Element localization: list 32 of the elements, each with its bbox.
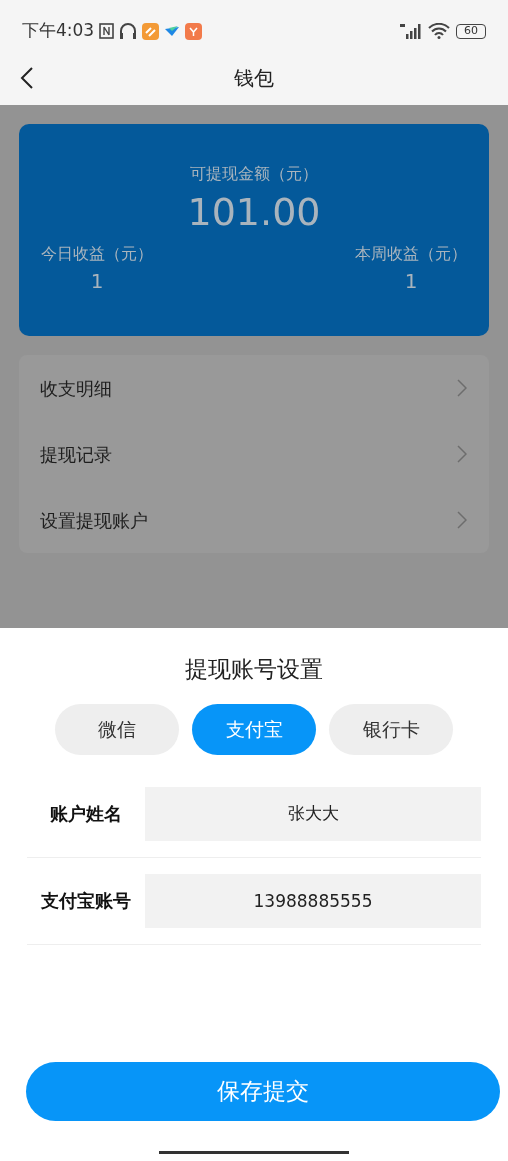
input-field[interactable]: 13988885555 bbox=[145, 873, 481, 928]
app-icon bbox=[164, 25, 181, 37]
payment-tab[interactable]: 银行卡 bbox=[329, 703, 453, 755]
status-time: 下午4:03 bbox=[22, 19, 95, 43]
menu-item[interactable]: 收支明细 bbox=[19, 355, 489, 421]
nfc-icon bbox=[99, 23, 115, 39]
chevron-right-icon bbox=[457, 511, 467, 529]
week-earnings-label: 本周收益（元） bbox=[355, 243, 467, 265]
signal-icon bbox=[400, 23, 422, 39]
page-title: 钱包 bbox=[234, 64, 274, 92]
menu-item[interactable]: 设置提现账户 bbox=[19, 487, 489, 553]
today-earnings-label: 今日收益（元） bbox=[41, 243, 153, 265]
battery-indicator: 60 bbox=[456, 23, 486, 39]
menu-item[interactable]: 提现记录 bbox=[19, 421, 489, 487]
chevron-right-icon bbox=[457, 445, 467, 463]
submit-button[interactable]: 保存提交 bbox=[26, 1061, 500, 1121]
sheet-title: 提现账号设置 bbox=[185, 655, 323, 684]
payment-tab[interactable]: 支付宝 bbox=[192, 703, 316, 755]
app-icon bbox=[142, 22, 160, 40]
payment-tab[interactable]: 微信 bbox=[55, 703, 179, 755]
today-earnings-value: 1 bbox=[90, 268, 104, 295]
back-icon[interactable] bbox=[20, 65, 34, 90]
wifi-icon bbox=[428, 23, 450, 39]
input-field[interactable]: 张大大 bbox=[145, 786, 481, 841]
chevron-right-icon bbox=[457, 379, 467, 397]
balance-amount: 101.00 bbox=[187, 189, 321, 236]
app-icon bbox=[185, 22, 203, 40]
field-label: 支付宝账号 bbox=[40, 889, 132, 913]
field-label: 账户姓名 bbox=[49, 802, 123, 826]
balance-label: 可提现金额（元） bbox=[190, 163, 318, 185]
week-earnings-value: 1 bbox=[404, 268, 418, 295]
headphones-icon bbox=[119, 22, 138, 40]
